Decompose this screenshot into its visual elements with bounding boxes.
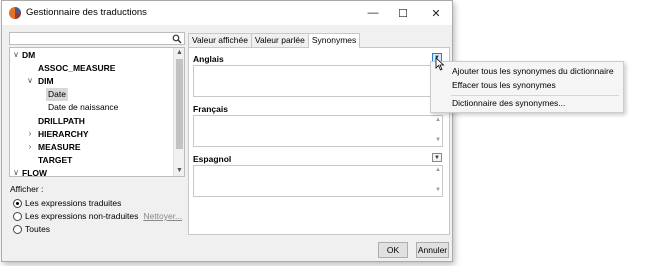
tree-item-dim[interactable]: DIM xyxy=(38,75,54,88)
synonyms-field-english[interactable] xyxy=(193,65,443,97)
tree-item-measure[interactable]: MEASURE xyxy=(38,141,81,154)
menu-separator xyxy=(451,95,619,96)
minimize-button[interactable]: — xyxy=(358,1,388,25)
language-label-spanish: Espagnol xyxy=(193,154,232,164)
radio-all[interactable]: Toutes xyxy=(13,224,50,234)
clean-link[interactable]: Nettoyer... xyxy=(143,211,182,221)
search-input[interactable] xyxy=(10,33,168,44)
tree-item-date[interactable]: Date xyxy=(46,88,68,101)
translation-manager-window: Gestionnaire des traductions — ☐ ✕ ∨ DM … xyxy=(1,0,453,262)
language-label-english: Anglais xyxy=(193,54,224,64)
mouse-cursor-icon xyxy=(435,57,445,71)
radio-button[interactable] xyxy=(13,211,22,221)
expand-chevron-icon[interactable]: ∨ xyxy=(12,50,20,59)
title-bar[interactable]: Gestionnaire des traductions — ☐ ✕ xyxy=(2,1,452,25)
expand-chevron-icon[interactable]: ∨ xyxy=(12,168,20,176)
tree-item-flow[interactable]: FLOW xyxy=(22,167,47,176)
expand-chevron-icon[interactable]: › xyxy=(26,129,34,138)
scroll-up-icon[interactable]: ▲ xyxy=(435,117,441,123)
tree-item-hierarchy[interactable]: HIERARCHY xyxy=(38,128,89,141)
tree-view[interactable]: ∨ DM ASSOC_MEASURE ∨ DIM Date Date de na… xyxy=(9,47,185,177)
dropdown-arrow-icon[interactable]: ▼ xyxy=(432,153,442,162)
search-box[interactable] xyxy=(9,32,185,45)
menu-item-clear-all-synonyms[interactable]: Effacer tous les synonymes xyxy=(452,80,556,90)
synonyms-context-menu: Ajouter tous les synonymes du dictionnai… xyxy=(430,61,624,113)
tree-item-drillpath[interactable]: DRILLPATH xyxy=(38,115,85,128)
radio-button[interactable] xyxy=(13,224,22,234)
synonyms-panel: Anglais ▼ Français ▲ ▼ Espagnol ▼ ▲ ▼ xyxy=(188,47,450,235)
menu-item-add-all-synonyms[interactable]: Ajouter tous les synonymes du dictionnai… xyxy=(452,66,614,76)
right-panel: Valeur affichée Valeur parlée Synonymes … xyxy=(188,33,450,235)
synonyms-field-french[interactable]: ▲ ▼ xyxy=(193,115,443,147)
tab-spoken-value[interactable]: Valeur parlée xyxy=(250,33,309,47)
expand-chevron-icon[interactable]: › xyxy=(26,142,34,151)
tab-synonyms[interactable]: Synonymes xyxy=(307,33,361,48)
scrollbar-thumb[interactable] xyxy=(176,59,183,149)
search-icon xyxy=(172,34,182,44)
ok-button[interactable]: OK xyxy=(378,242,408,258)
left-panel: ∨ DM ASSOC_MEASURE ∨ DIM Date Date de na… xyxy=(9,32,185,177)
tab-bar: Valeur affichée Valeur parlée Synonymes xyxy=(188,33,361,48)
tree-item-date-naissance[interactable]: Date de naissance xyxy=(48,101,118,114)
radio-untranslated[interactable]: Les expressions non-traduites Nettoyer..… xyxy=(13,211,182,221)
tree-scrollbar[interactable]: ▲ ▼ xyxy=(173,48,184,176)
cancel-button[interactable]: Annuler xyxy=(416,242,449,258)
radio-label: Les expressions non-traduites xyxy=(25,211,139,221)
tree-item-assoc-measure[interactable]: ASSOC_MEASURE xyxy=(38,62,115,75)
radio-label: Les expressions traduites xyxy=(25,198,122,208)
scroll-down-icon[interactable]: ▼ xyxy=(435,137,441,143)
filter-label: Afficher : xyxy=(10,184,44,194)
radio-label: Toutes xyxy=(25,224,51,234)
radio-translated[interactable]: Les expressions traduites xyxy=(13,198,121,208)
app-logo-icon xyxy=(9,7,21,19)
menu-item-synonyms-dictionary[interactable]: Dictionnaire des synonymes... xyxy=(452,98,565,108)
scroll-up-icon[interactable]: ▲ xyxy=(435,167,441,173)
window-title: Gestionnaire des traductions xyxy=(26,7,147,18)
language-label-french: Français xyxy=(193,104,228,114)
radio-button[interactable] xyxy=(13,198,22,208)
synonyms-field-spanish[interactable]: ▲ ▼ xyxy=(193,165,443,197)
tree-item-target[interactable]: TARGET xyxy=(38,154,72,167)
close-button[interactable]: ✕ xyxy=(421,1,451,25)
tree-item-dm[interactable]: DM xyxy=(22,49,35,62)
expand-chevron-icon[interactable]: ∨ xyxy=(26,76,34,85)
maximize-button[interactable]: ☐ xyxy=(388,1,418,25)
scroll-down-icon[interactable]: ▼ xyxy=(174,166,184,176)
scroll-down-icon[interactable]: ▼ xyxy=(435,187,441,193)
tab-displayed-value[interactable]: Valeur affichée xyxy=(188,33,252,47)
scroll-up-icon[interactable]: ▲ xyxy=(174,48,184,58)
